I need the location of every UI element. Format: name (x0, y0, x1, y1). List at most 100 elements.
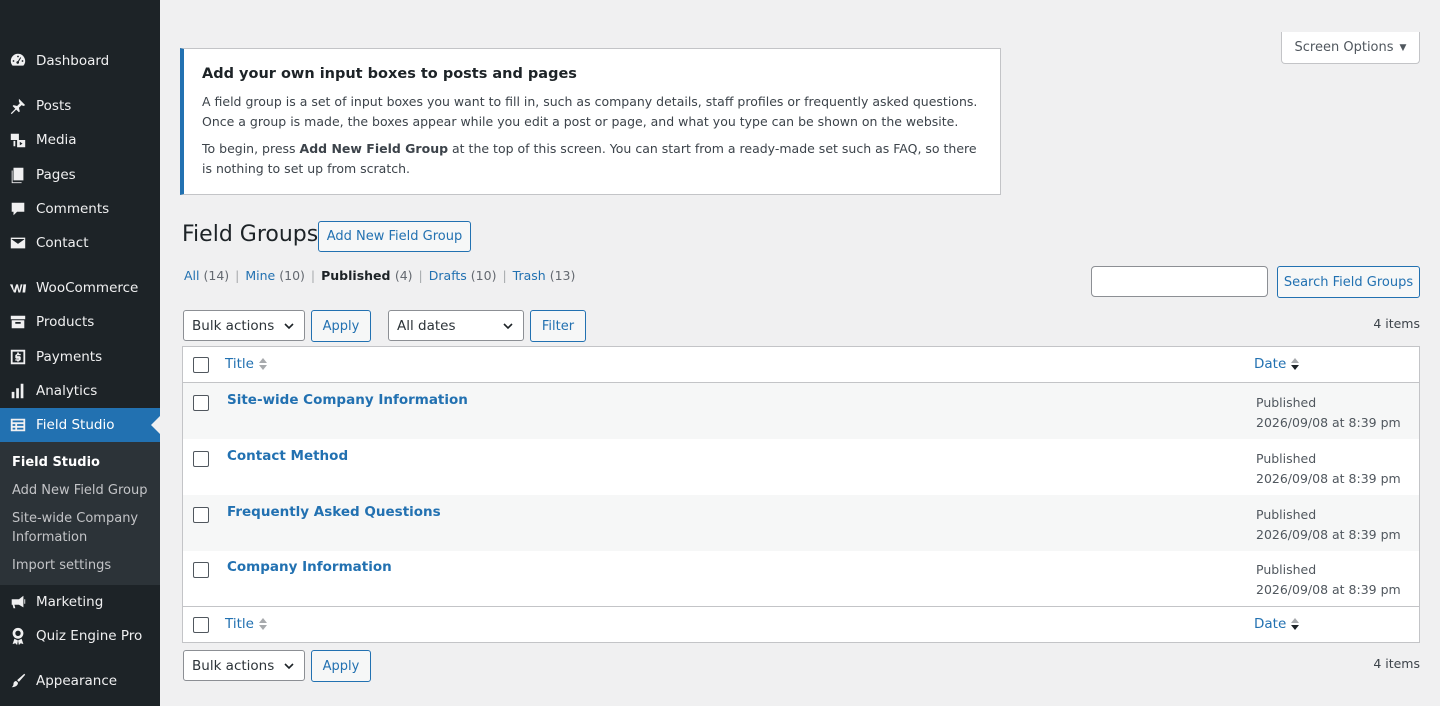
sidebar-item-appearance[interactable]: Appearance (0, 664, 160, 698)
select-all-checkbox[interactable] (193, 357, 209, 373)
sidebar-item-label: Marketing (36, 594, 104, 610)
pages-icon (8, 165, 28, 185)
media-icon (8, 130, 28, 150)
sidebar-item-marketing[interactable]: Marketing (0, 585, 160, 619)
search-input[interactable] (1091, 266, 1268, 297)
view-all-link[interactable]: All (14) (184, 268, 229, 283)
screen-options-button[interactable]: Screen Options ▼ (1281, 32, 1420, 64)
sidebar-item-products[interactable]: Products (0, 305, 160, 339)
table-row: Company Information Published 2026/09/08 … (183, 550, 1419, 606)
column-label: Date (1254, 616, 1287, 632)
title-column-footer[interactable]: Title (225, 616, 268, 632)
sidebar-item-pages[interactable]: Pages (0, 158, 160, 192)
view-published-link[interactable]: Published (4) (321, 268, 412, 283)
row-date: Published 2026/09/08 at 8:39 pm (1256, 505, 1401, 545)
brush-icon (8, 671, 28, 691)
date-filter-select[interactable]: All dates (388, 310, 524, 341)
row-checkbox[interactable] (193, 507, 209, 523)
field-group-title-link[interactable]: Site-wide Company Information (227, 392, 468, 408)
sidebar-item-label: Contact (36, 235, 89, 251)
sidebar-item-comments[interactable]: Comments (0, 192, 160, 226)
field-group-title-link[interactable]: Frequently Asked Questions (227, 504, 441, 520)
row-date: Published 2026/09/08 at 8:39 pm (1256, 560, 1401, 600)
sidebar-item-label: Media (36, 132, 77, 148)
sidebar-item-label: Analytics (36, 383, 98, 399)
table-row: Contact Method Published 2026/09/08 at 8:… (183, 439, 1419, 495)
notice-paragraph-2: To begin, press Add New Field Group at t… (202, 139, 980, 178)
sidebar-item-field-studio[interactable]: Field Studio (0, 408, 160, 442)
chevron-down-icon (283, 320, 295, 332)
view-label: Mine (245, 268, 276, 283)
dollar-icon (8, 347, 28, 367)
submenu-item-field-studio[interactable]: Field Studio (12, 453, 152, 472)
row-status: Published (1256, 507, 1317, 522)
megaphone-icon (8, 592, 28, 612)
row-checkbox[interactable] (193, 562, 209, 578)
view-label: Drafts (428, 268, 467, 283)
view-drafts-link[interactable]: Drafts (10) (429, 268, 497, 283)
row-date-value: 2026/09/08 at 8:39 pm (1256, 527, 1401, 542)
apply-button-bottom[interactable]: Apply (311, 650, 371, 682)
add-new-field-group-button[interactable]: Add New Field Group (318, 221, 471, 252)
sidebar-item-label: Field Studio (36, 417, 115, 433)
sidebar-item-label: Appearance (36, 673, 118, 689)
table-header: Title Date (183, 347, 1419, 383)
envelope-icon (8, 233, 28, 253)
apply-button-top[interactable]: Apply (311, 310, 371, 342)
column-label: Date (1254, 356, 1287, 372)
view-trash-link[interactable]: Trash (13) (513, 268, 576, 283)
view-count: (13) (549, 268, 576, 283)
view-label: Trash (512, 268, 546, 283)
admin-sidebar: Dashboard Posts Media Pages Comments Con… (0, 0, 160, 706)
title-column-header[interactable]: Title (225, 356, 268, 372)
select-value: Bulk actions (192, 657, 275, 674)
select-value: Bulk actions (192, 317, 275, 334)
sidebar-item-media[interactable]: Media (0, 123, 160, 157)
submenu-item-import-settings[interactable]: Import settings (12, 556, 152, 575)
view-mine-link[interactable]: Mine (10) (245, 268, 305, 283)
dashboard-icon (8, 51, 28, 71)
bulk-actions-select-top[interactable]: Bulk actions (183, 310, 305, 341)
caret-down-icon: ▼ (1399, 42, 1407, 53)
items-count-top: 4 items (1373, 316, 1420, 331)
submenu-item-site-wide-company-information[interactable]: Site-wide Company Information (12, 509, 152, 547)
filter-button[interactable]: Filter (530, 310, 586, 342)
sidebar-item-dashboard[interactable]: Dashboard (0, 44, 160, 78)
sidebar-item-posts[interactable]: Posts (0, 89, 160, 123)
table-footer: Title Date (183, 606, 1419, 642)
date-column-header[interactable]: Date (1254, 356, 1300, 372)
sidebar-item-label: Comments (36, 201, 110, 217)
chevron-down-icon (283, 660, 295, 672)
sidebar-item-quiz-engine-pro[interactable]: Quiz Engine Pro (0, 619, 160, 653)
award-icon (8, 626, 28, 646)
field-groups-table: Title Date Site-wide Company Information… (182, 346, 1420, 643)
page-title: Field Groups (182, 222, 319, 247)
notice-bold-text: Add New Field Group (299, 141, 449, 156)
bulk-actions-select-bottom[interactable]: Bulk actions (183, 650, 305, 681)
field-group-title-link[interactable]: Company Information (227, 559, 392, 575)
field-studio-submenu: Field Studio Add New Field Group Site-wi… (0, 442, 160, 585)
view-label: Published (321, 268, 391, 283)
items-count-bottom: 4 items (1373, 656, 1420, 671)
pin-icon (8, 96, 28, 116)
select-all-checkbox-footer[interactable] (193, 617, 209, 633)
row-checkbox[interactable] (193, 451, 209, 467)
select-value: All dates (397, 317, 456, 334)
sidebar-item-contact[interactable]: Contact (0, 226, 160, 260)
status-filter-links: All (14) | Mine (10) | Published (4) | Drafts … (184, 268, 576, 283)
view-count: (4) (394, 268, 413, 283)
comment-icon (8, 199, 28, 219)
date-column-footer[interactable]: Date (1254, 616, 1300, 632)
sidebar-item-woocommerce[interactable]: WooCommerce (0, 271, 160, 305)
search-field-groups-button[interactable]: Search Field Groups (1277, 266, 1420, 298)
view-count: (10) (279, 268, 305, 283)
sort-desc-icon (1290, 357, 1300, 371)
column-label: Title (225, 356, 254, 372)
row-checkbox[interactable] (193, 395, 209, 411)
bar-chart-icon (8, 381, 28, 401)
row-date: Published 2026/09/08 at 8:39 pm (1256, 393, 1401, 433)
field-group-title-link[interactable]: Contact Method (227, 448, 348, 464)
sidebar-item-analytics[interactable]: Analytics (0, 374, 160, 408)
sidebar-item-payments[interactable]: Payments (0, 340, 160, 374)
submenu-item-add-new-field-group[interactable]: Add New Field Group (12, 481, 152, 500)
